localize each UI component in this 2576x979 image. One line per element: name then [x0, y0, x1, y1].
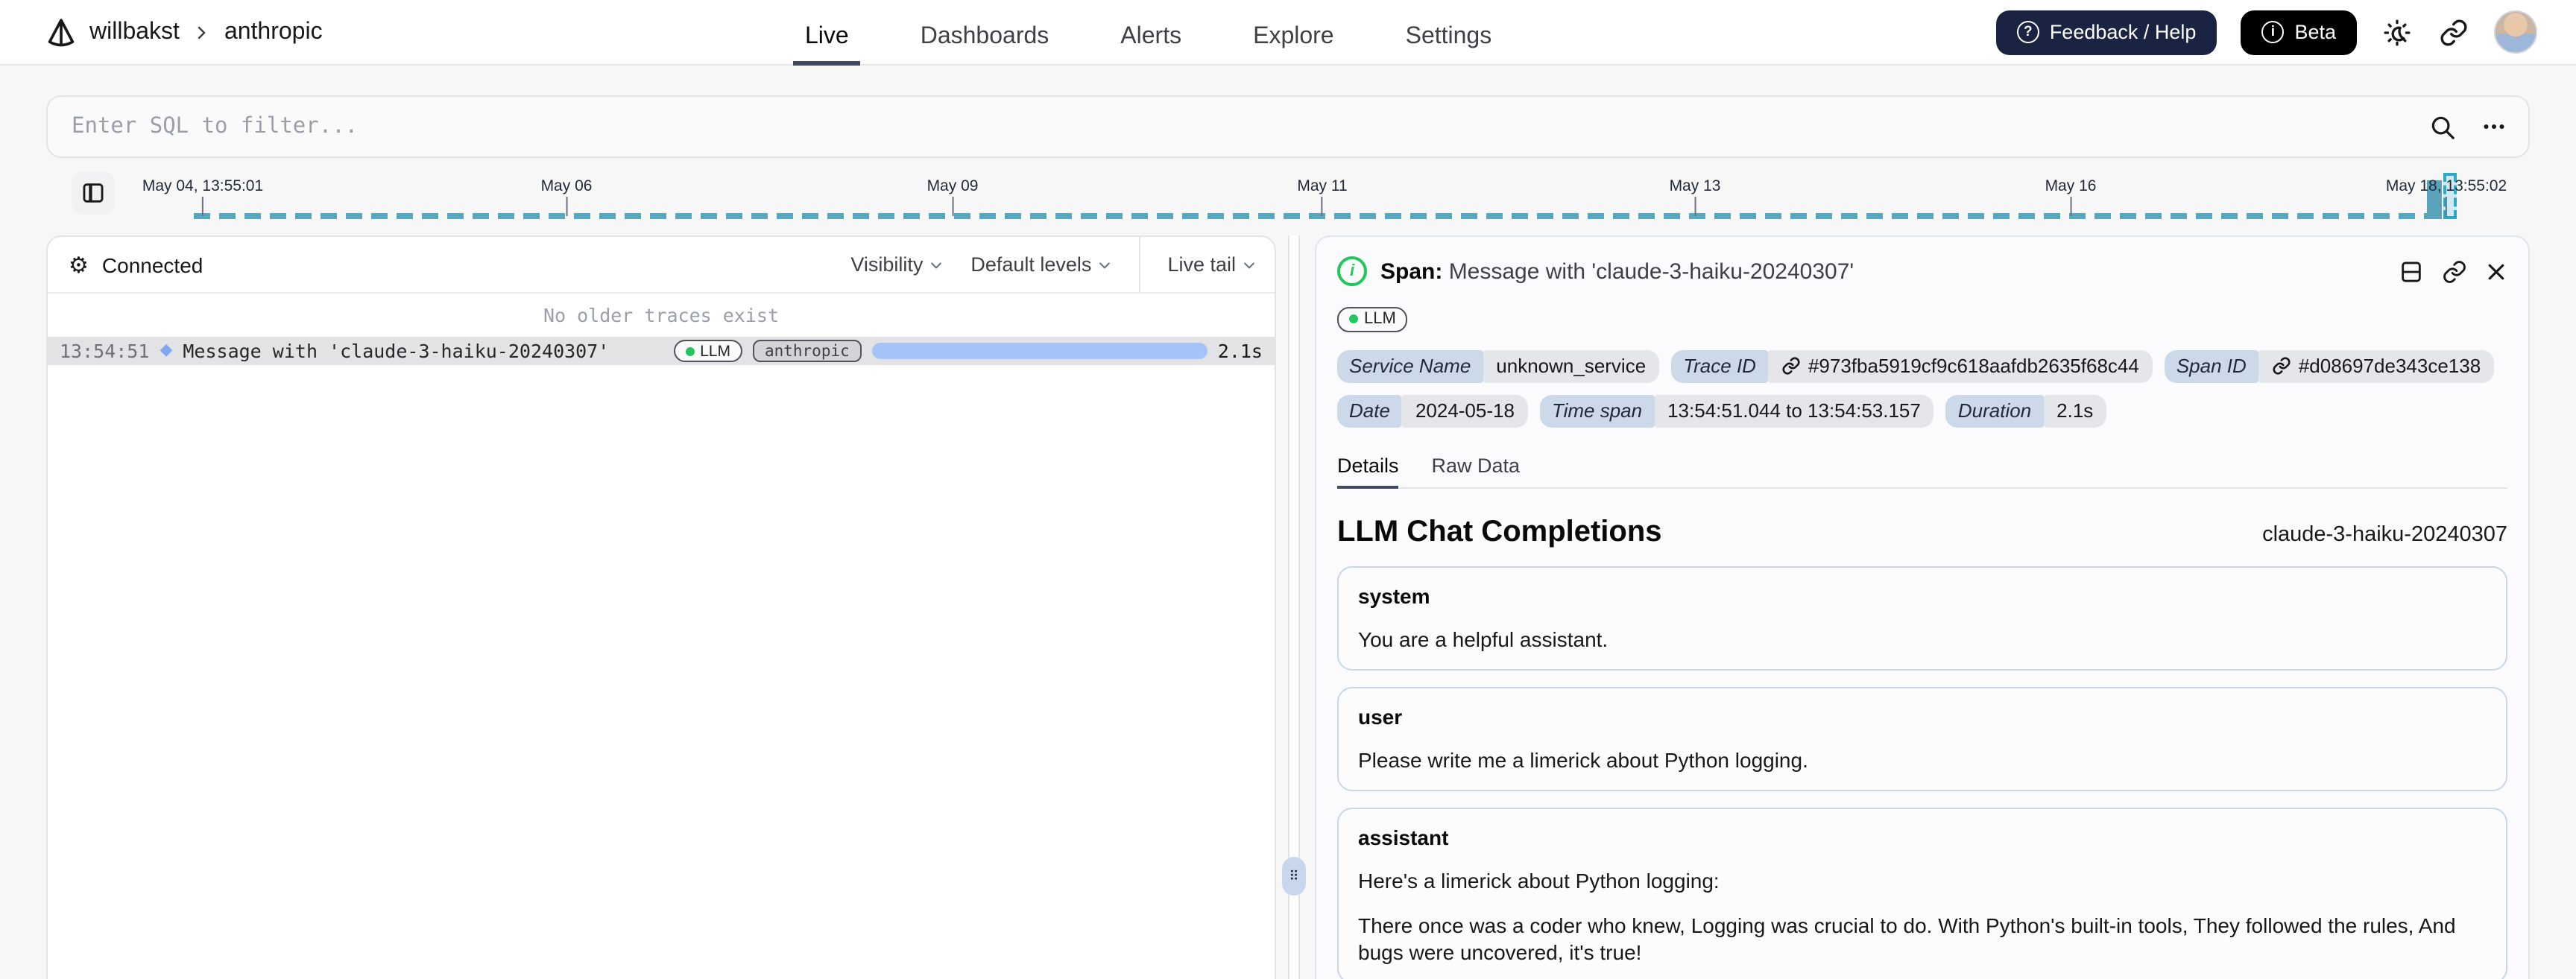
sql-filter-placeholder: Enter SQL to filter... — [72, 115, 359, 139]
message-text: Please write me a limerick about Python … — [1358, 747, 1808, 772]
visibility-dropdown[interactable]: Visibility — [850, 253, 944, 276]
message-role: assistant — [1358, 825, 1449, 849]
drag-dots-icon: ⠿ — [1289, 868, 1299, 883]
span-id-pill[interactable]: Span ID #d08697de343ce138 — [2164, 349, 2495, 382]
tab-settings[interactable]: Settings — [1403, 7, 1495, 65]
message-card-user: user Please write me a limerick about Py… — [1337, 686, 2507, 791]
logfire-logo-icon[interactable] — [45, 16, 78, 48]
timeline-tick: May 09 — [927, 177, 978, 216]
tab-alerts[interactable]: Alerts — [1117, 7, 1184, 65]
span-header: i Span: Message with 'claude-3-haiku-202… — [1337, 237, 2507, 295]
sidebar-collapse-icon[interactable] — [72, 171, 115, 215]
span-meta-row-time: Date 2024-05-18 Time span 13:54:51.044 t… — [1337, 388, 2507, 433]
span-detail-panel: i Span: Message with 'claude-3-haiku-202… — [1315, 235, 2530, 979]
connection-status: Connected — [101, 253, 203, 276]
breadcrumb-org[interactable]: willbakst — [89, 19, 180, 45]
date-pill: Date 2024-05-18 — [1337, 394, 1528, 427]
message-role: user — [1358, 704, 1403, 729]
message-text: There once was a coder who knew, Logging… — [1358, 913, 2456, 965]
trace-timestamp: 13:54:51 — [60, 340, 150, 362]
user-avatar[interactable] — [2494, 10, 2537, 54]
trace-duration: 2.1s — [1217, 340, 1263, 362]
theme-toggle-icon[interactable] — [2381, 16, 2414, 48]
dock-panel-icon[interactable] — [2399, 259, 2424, 284]
beta-button[interactable]: i Beta — [2241, 10, 2357, 54]
app-root: willbakst anthropic Live Dashboards Aler… — [0, 0, 2576, 979]
close-icon[interactable] — [2485, 260, 2507, 282]
time-span-pill: Time span 13:54:51.044 to 13:54:53.157 — [1539, 394, 1934, 427]
timeline-tick: May 13 — [1670, 177, 1720, 216]
duration-bar — [871, 343, 1208, 359]
question-circle-icon: ? — [2016, 21, 2039, 43]
service-name-pill: Service Name unknown_service — [1337, 349, 1660, 382]
default-levels-dropdown[interactable]: Default levels — [970, 253, 1112, 276]
no-older-traces-message: No older traces exist — [543, 304, 780, 326]
message-text: Here's a limerick about Python logging: — [1358, 868, 1720, 893]
tab-live[interactable]: Live — [792, 7, 862, 65]
divider — [1139, 237, 1141, 292]
span-title: Span: Message with 'claude-3-haiku-20240… — [1380, 259, 1854, 284]
search-icon[interactable] — [2428, 113, 2457, 141]
live-tail-dropdown[interactable]: Live tail — [1167, 253, 1257, 276]
service-tag-badge: anthropic — [752, 340, 862, 362]
tab-dashboards[interactable]: Dashboards — [918, 7, 1052, 65]
divider — [1337, 487, 2507, 488]
message-card-system: system You are a helpful assistant. — [1337, 565, 2507, 671]
feedback-help-label: Feedback / Help — [2049, 21, 2197, 43]
feedback-help-button[interactable]: ? Feedback / Help — [1995, 10, 2217, 54]
message-text: You are a helpful assistant. — [1358, 627, 1609, 650]
green-dot-icon — [1349, 314, 1358, 323]
traces-panel: ⚙ Connected Visibility Default levels Li… — [46, 235, 1276, 979]
sql-filter-input[interactable]: Enter SQL to filter... — [46, 95, 2530, 158]
timeline-tick: May 04, 13:55:01 — [142, 177, 263, 216]
model-name: claude-3-haiku-20240307 — [2262, 522, 2507, 546]
traces-panel-header: ⚙ Connected Visibility Default levels Li… — [48, 237, 1275, 294]
span-meta-row-ids: Service Name unknown_service Trace ID #9… — [1337, 343, 2507, 388]
trace-id-pill[interactable]: Trace ID #973fba5919cf9c618aafdb2635f68c… — [1671, 349, 2153, 382]
breadcrumb-project[interactable]: anthropic — [224, 19, 323, 45]
timeline-tick: May 06 — [541, 177, 592, 216]
breadcrumb: willbakst anthropic — [0, 16, 626, 48]
message-card-assistant: assistant Here's a limerick about Python… — [1337, 807, 2507, 979]
main-nav: Live Dashboards Alerts Explore Settings — [792, 0, 1495, 65]
green-dot-icon — [685, 346, 695, 355]
top-bar: willbakst anthropic Live Dashboards Aler… — [0, 0, 2576, 66]
span-tabs: Details Raw Data — [1337, 454, 2507, 488]
link-icon — [2273, 357, 2291, 375]
chevron-down-icon — [1099, 262, 1111, 268]
info-circle-icon: i — [2261, 21, 2285, 43]
chevron-down-icon — [1244, 262, 1254, 268]
trace-row[interactable]: 13:54:51 ◆ Message with 'claude-3-haiku-… — [48, 337, 1275, 365]
beta-label: Beta — [2294, 21, 2336, 43]
tab-details[interactable]: Details — [1337, 454, 1400, 488]
tab-raw-data[interactable]: Raw Data — [1432, 454, 1521, 487]
timeline-tick: May 18, 13:55:02 — [2386, 177, 2507, 216]
top-bar-actions: ? Feedback / Help i Beta — [1995, 10, 2576, 54]
timeline[interactable]: May 04, 13:55:01 May 06 May 09 May 11 Ma… — [0, 167, 2576, 224]
filter-bar: Enter SQL to filter... — [46, 95, 2530, 158]
timeline-tick: May 16 — [2045, 177, 2096, 216]
copy-link-icon[interactable] — [2442, 259, 2467, 284]
message-role: system — [1358, 583, 1430, 607]
span-diamond-icon: ◆ — [160, 341, 173, 359]
duration-pill: Duration 2.1s — [1945, 394, 2107, 427]
timeline-tick: May 11 — [1297, 177, 1348, 216]
gear-icon[interactable]: ⚙ — [69, 251, 89, 278]
span-info-icon: i — [1337, 256, 1367, 286]
chevron-down-icon — [931, 262, 942, 268]
more-options-icon[interactable] — [2481, 113, 2507, 140]
tab-explore[interactable]: Explore — [1250, 7, 1337, 65]
llm-tag-badge: LLM — [673, 340, 742, 362]
trace-message: Message with 'claude-3-haiku-20240307' — [183, 340, 610, 362]
share-link-icon[interactable] — [2437, 16, 2470, 48]
link-icon — [1782, 357, 1800, 375]
llm-badge: LLM — [1337, 306, 1408, 332]
panel-resize-handle[interactable]: ⠿ — [1282, 857, 1306, 896]
chevron-right-icon — [198, 25, 206, 39]
section-title: LLM Chat Completions — [1337, 515, 1662, 548]
